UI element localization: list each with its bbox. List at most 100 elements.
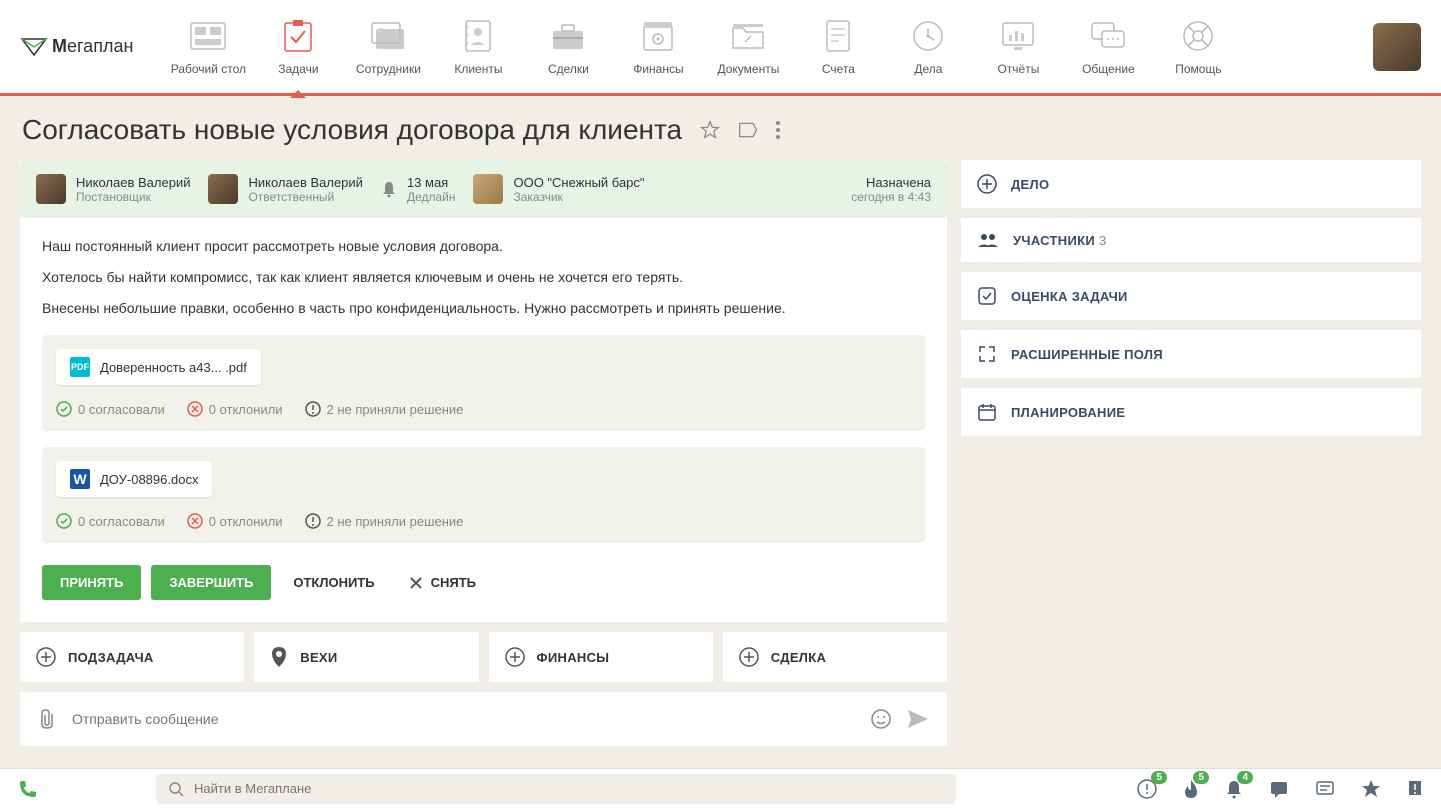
assignee-block[interactable]: Николаев Валерий Ответственный bbox=[208, 174, 362, 204]
rejected-count: 0 отклонили bbox=[187, 401, 283, 417]
emoji-icon[interactable] bbox=[871, 709, 891, 729]
people-icon bbox=[977, 232, 999, 248]
approval-row: 0 согласовали 0 отклонили 2 не приняли р… bbox=[56, 513, 911, 529]
flag-icon[interactable] bbox=[1407, 779, 1423, 799]
nav-items: Рабочий стол Задачи Сотрудники Клиенты С… bbox=[163, 0, 1373, 95]
side-planning[interactable]: ПЛАНИРОВАНИЕ bbox=[961, 388, 1421, 436]
nav-reports[interactable]: Отчёты bbox=[973, 0, 1063, 95]
creator-block[interactable]: Николаев Валерий Постановщик bbox=[36, 174, 190, 204]
nav-deals[interactable]: Сделки bbox=[523, 0, 613, 95]
plus-circle-icon bbox=[36, 647, 56, 667]
bell-icon[interactable]: 4 bbox=[1225, 779, 1243, 799]
nav-finances[interactable]: Финансы bbox=[613, 0, 703, 95]
reports-icon bbox=[998, 18, 1038, 54]
logo-text: Мегаплан bbox=[52, 36, 133, 57]
send-icon[interactable] bbox=[907, 709, 929, 729]
message-box bbox=[20, 692, 947, 746]
creator-avatar bbox=[36, 174, 66, 204]
nav-documents[interactable]: Документы bbox=[703, 0, 793, 95]
rejected-count: 0 отклонили bbox=[187, 513, 283, 529]
message-input[interactable] bbox=[72, 711, 855, 727]
nav-help[interactable]: Помощь bbox=[1153, 0, 1243, 95]
invoices-icon bbox=[818, 18, 858, 54]
nav-employees[interactable]: Сотрудники bbox=[343, 0, 433, 95]
client-block[interactable]: ООО "Снежный барс" Заказчик bbox=[473, 174, 644, 204]
decline-button[interactable]: ОТКЛОНИТЬ bbox=[281, 565, 386, 600]
file-chip[interactable]: PDF Доверенность а43... .pdf bbox=[56, 349, 261, 385]
plus-circle-icon bbox=[505, 647, 525, 667]
communication-icon bbox=[1088, 18, 1128, 54]
task-info-banner: Николаев Валерий Постановщик Николаев Ва… bbox=[20, 160, 947, 218]
remove-button[interactable]: СНЯТЬ bbox=[397, 565, 488, 600]
finances-card[interactable]: ФИНАНСЫ bbox=[489, 632, 713, 682]
nav-communication[interactable]: Общение bbox=[1063, 0, 1153, 95]
search-icon bbox=[168, 781, 184, 797]
chat-icon-1[interactable] bbox=[1269, 780, 1289, 798]
assignee-avatar bbox=[208, 174, 238, 204]
file-chip[interactable]: W ДОУ-08896.docx bbox=[56, 461, 212, 497]
approved-count: 0 согласовали bbox=[56, 401, 165, 417]
action-row: ПРИНЯТЬ ЗАВЕРШИТЬ ОТКЛОНИТЬ СНЯТЬ bbox=[42, 565, 925, 600]
approved-count: 0 согласовали bbox=[56, 513, 165, 529]
check-square-icon bbox=[977, 286, 997, 306]
star-icon[interactable] bbox=[700, 120, 720, 140]
nav-tasks[interactable]: Задачи bbox=[253, 0, 343, 95]
clock-icon bbox=[908, 18, 948, 54]
file-block-1: PDF Доверенность а43... .pdf 0 согласова… bbox=[42, 335, 925, 431]
pending-count: 2 не приняли решение bbox=[305, 401, 464, 417]
title-row: Согласовать новые условия договора для к… bbox=[0, 96, 1441, 160]
user-avatar[interactable] bbox=[1373, 23, 1421, 71]
pending-count: 2 не приняли решение bbox=[305, 513, 464, 529]
chat-icon-2[interactable] bbox=[1315, 780, 1335, 798]
task-description: Наш постоянный клиент просит рассмотреть… bbox=[42, 236, 925, 319]
nav-invoices[interactable]: Счета bbox=[793, 0, 883, 95]
page-title: Согласовать новые условия договора для к… bbox=[22, 114, 682, 146]
close-icon bbox=[409, 576, 423, 590]
nav-clients[interactable]: Клиенты bbox=[433, 0, 523, 95]
pin-icon bbox=[270, 646, 288, 668]
logo[interactable]: Мегаплан bbox=[20, 36, 133, 57]
deal-card[interactable]: СДЕЛКА bbox=[723, 632, 947, 682]
nav-desktop[interactable]: Рабочий стол bbox=[163, 0, 253, 95]
bell-icon bbox=[381, 180, 397, 198]
status-block: Назначена сегодня в 4:43 bbox=[851, 175, 931, 204]
calendar-icon bbox=[977, 402, 997, 422]
top-navigation: Мегаплан Рабочий стол Задачи Сотрудники … bbox=[0, 0, 1441, 96]
phone-icon[interactable] bbox=[18, 779, 38, 799]
doc-icon: W bbox=[70, 469, 90, 489]
side-extended[interactable]: РАСШИРЕННЫЕ ПОЛЯ bbox=[961, 330, 1421, 378]
quick-actions: ПОДЗАДАЧА ВЕХИ ФИНАНСЫ СДЕЛКА bbox=[20, 632, 947, 682]
search-wrap bbox=[156, 774, 956, 804]
accept-button[interactable]: ПРИНЯТЬ bbox=[42, 565, 141, 600]
plus-circle-icon bbox=[739, 647, 759, 667]
help-icon bbox=[1178, 18, 1218, 54]
deadline-block[interactable]: 13 мая Дедлайн bbox=[381, 175, 456, 204]
documents-icon bbox=[728, 18, 768, 54]
milestones-card[interactable]: ВЕХИ bbox=[254, 632, 478, 682]
attachment-icon[interactable] bbox=[38, 708, 56, 730]
fire-icon[interactable]: 5 bbox=[1183, 779, 1199, 799]
bottom-bar: 5 5 4 bbox=[0, 768, 1441, 808]
subtask-card[interactable]: ПОДЗАДАЧА bbox=[20, 632, 244, 682]
client-avatar bbox=[473, 174, 503, 204]
tag-icon[interactable] bbox=[738, 121, 758, 139]
pdf-icon: PDF bbox=[70, 357, 90, 377]
side-participants[interactable]: УЧАСТНИКИ3 bbox=[961, 218, 1421, 262]
approval-row: 0 согласовали 0 отклонили 2 не приняли р… bbox=[56, 401, 911, 417]
clients-icon bbox=[458, 18, 498, 54]
tasks-icon bbox=[278, 18, 318, 54]
side-rating[interactable]: ОЦЕНКА ЗАДАЧИ bbox=[961, 272, 1421, 320]
search-input[interactable] bbox=[194, 781, 944, 796]
logo-icon bbox=[20, 37, 48, 57]
complete-button[interactable]: ЗАВЕРШИТЬ bbox=[151, 565, 271, 600]
finances-icon bbox=[638, 18, 678, 54]
star-icon[interactable] bbox=[1361, 779, 1381, 799]
nav-todos[interactable]: Дела bbox=[883, 0, 973, 95]
side-todo[interactable]: ДЕЛО bbox=[961, 160, 1421, 208]
more-icon[interactable] bbox=[776, 121, 780, 139]
expand-icon bbox=[977, 344, 997, 364]
employees-icon bbox=[368, 18, 408, 54]
file-block-2: W ДОУ-08896.docx 0 согласовали 0 отклони… bbox=[42, 447, 925, 543]
desktop-icon bbox=[188, 18, 228, 54]
alert-icon[interactable]: 5 bbox=[1137, 779, 1157, 799]
